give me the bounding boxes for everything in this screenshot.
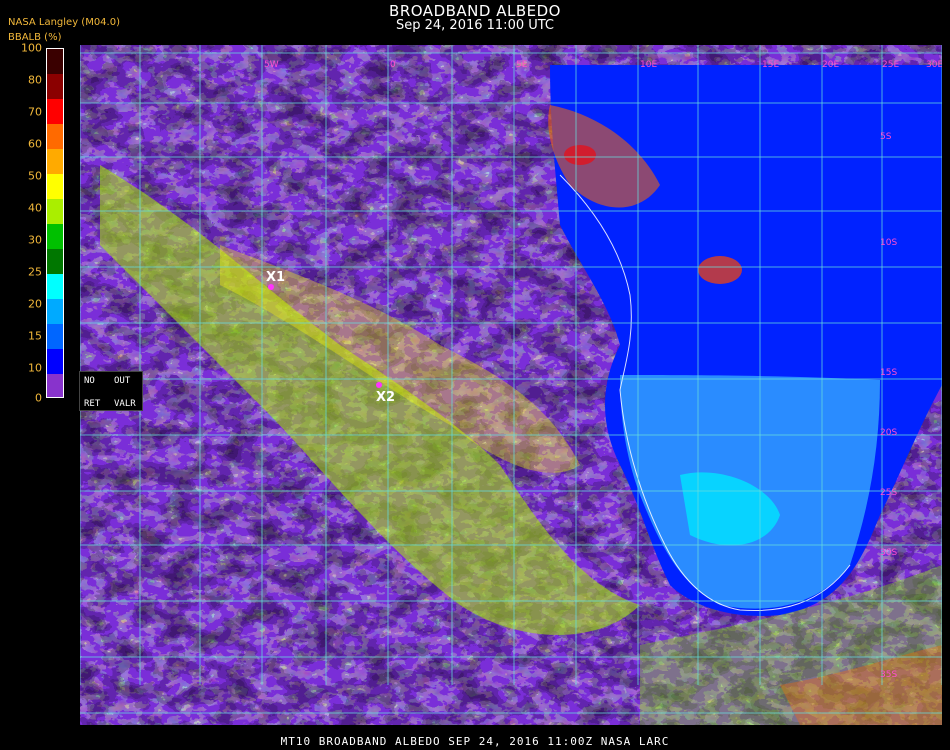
colorbar-tick-label: 100 (21, 41, 42, 55)
product-label: NASA Langley (M04.0) (8, 17, 120, 28)
longitude-label: 10E (640, 60, 657, 70)
legend-no: NO (84, 376, 95, 386)
footer-caption: MT10 BROADBAND ALBEDO SEP 24, 2016 11:00… (280, 735, 670, 748)
colorbar-tick-label: 0 (35, 391, 42, 405)
colorbar-tick-label: 25 (28, 265, 42, 279)
colorbar-segment (47, 124, 63, 150)
longitude-label: 30E (926, 60, 942, 70)
colorbar-tick-label: 80 (28, 73, 42, 87)
colorbar-segment (47, 174, 63, 200)
latitude-label: 15S (880, 368, 897, 378)
longitude-label: 25E (882, 60, 899, 70)
colorbar-segment (47, 199, 63, 225)
albedo-map-canvas: 5W 0 5E 10E 15E 20E 25E 30E 5S 10S 15S 20S 25S 30S 35… (80, 45, 942, 725)
latitude-label: 30S (880, 548, 897, 558)
marker-x1-label: X1 (266, 270, 285, 285)
legend-out: OUT (114, 376, 131, 386)
longitude-label: 20E (822, 60, 839, 70)
legend-ret: RET (84, 399, 101, 409)
longitude-label: 5W (264, 60, 279, 70)
latitude-label: 5S (880, 132, 892, 142)
colorbar-segment (47, 324, 63, 350)
latitude-label: 10S (880, 238, 897, 248)
colorbar-segment (47, 49, 63, 75)
longitude-label: 15E (762, 60, 779, 70)
colorbar-segment (47, 149, 63, 175)
map-timestamp: Sep 24, 2016 11:00 UTC (395, 18, 555, 33)
colorbar-segment (47, 349, 63, 375)
latitude-label: 20S (880, 428, 897, 438)
legend-valr: VALR (114, 399, 136, 409)
albedo-map[interactable]: 5W 0 5E 10E 15E 20E 25E 30E 5S 10S 15S 20S 25S 30S 35… (80, 45, 942, 725)
longitude-label: 0 (390, 60, 396, 70)
colorbar-segment (47, 224, 63, 250)
colorbar-segment (47, 249, 63, 275)
legend-box: NO OUT RET VALR (79, 371, 143, 411)
colorbar-tick-label: 10 (28, 361, 42, 375)
storm-cell (564, 145, 596, 165)
colorbar-tick-label: 60 (28, 137, 42, 151)
colorbar-segment (47, 74, 63, 100)
longitude-label: 5E (516, 60, 528, 70)
colorbar-tick-label: 15 (28, 329, 42, 343)
colorbar-segment (47, 299, 63, 325)
colorbar-tick-label: 70 (28, 105, 42, 119)
storm-cell (698, 256, 742, 284)
colorbar-tick-label: 30 (28, 233, 42, 247)
latitude-label: 25S (880, 488, 897, 498)
colorbar-segment (47, 274, 63, 300)
colorbar (46, 48, 64, 398)
colorbar-tick-label: 20 (28, 297, 42, 311)
colorbar-segment (47, 99, 63, 125)
colorbar-tick-label: 50 (28, 169, 42, 183)
colorbar-segment (47, 374, 63, 397)
colorbar-tick-label: 40 (28, 201, 42, 215)
latitude-label: 35S (880, 670, 897, 680)
marker-x2-label: X2 (376, 390, 395, 405)
